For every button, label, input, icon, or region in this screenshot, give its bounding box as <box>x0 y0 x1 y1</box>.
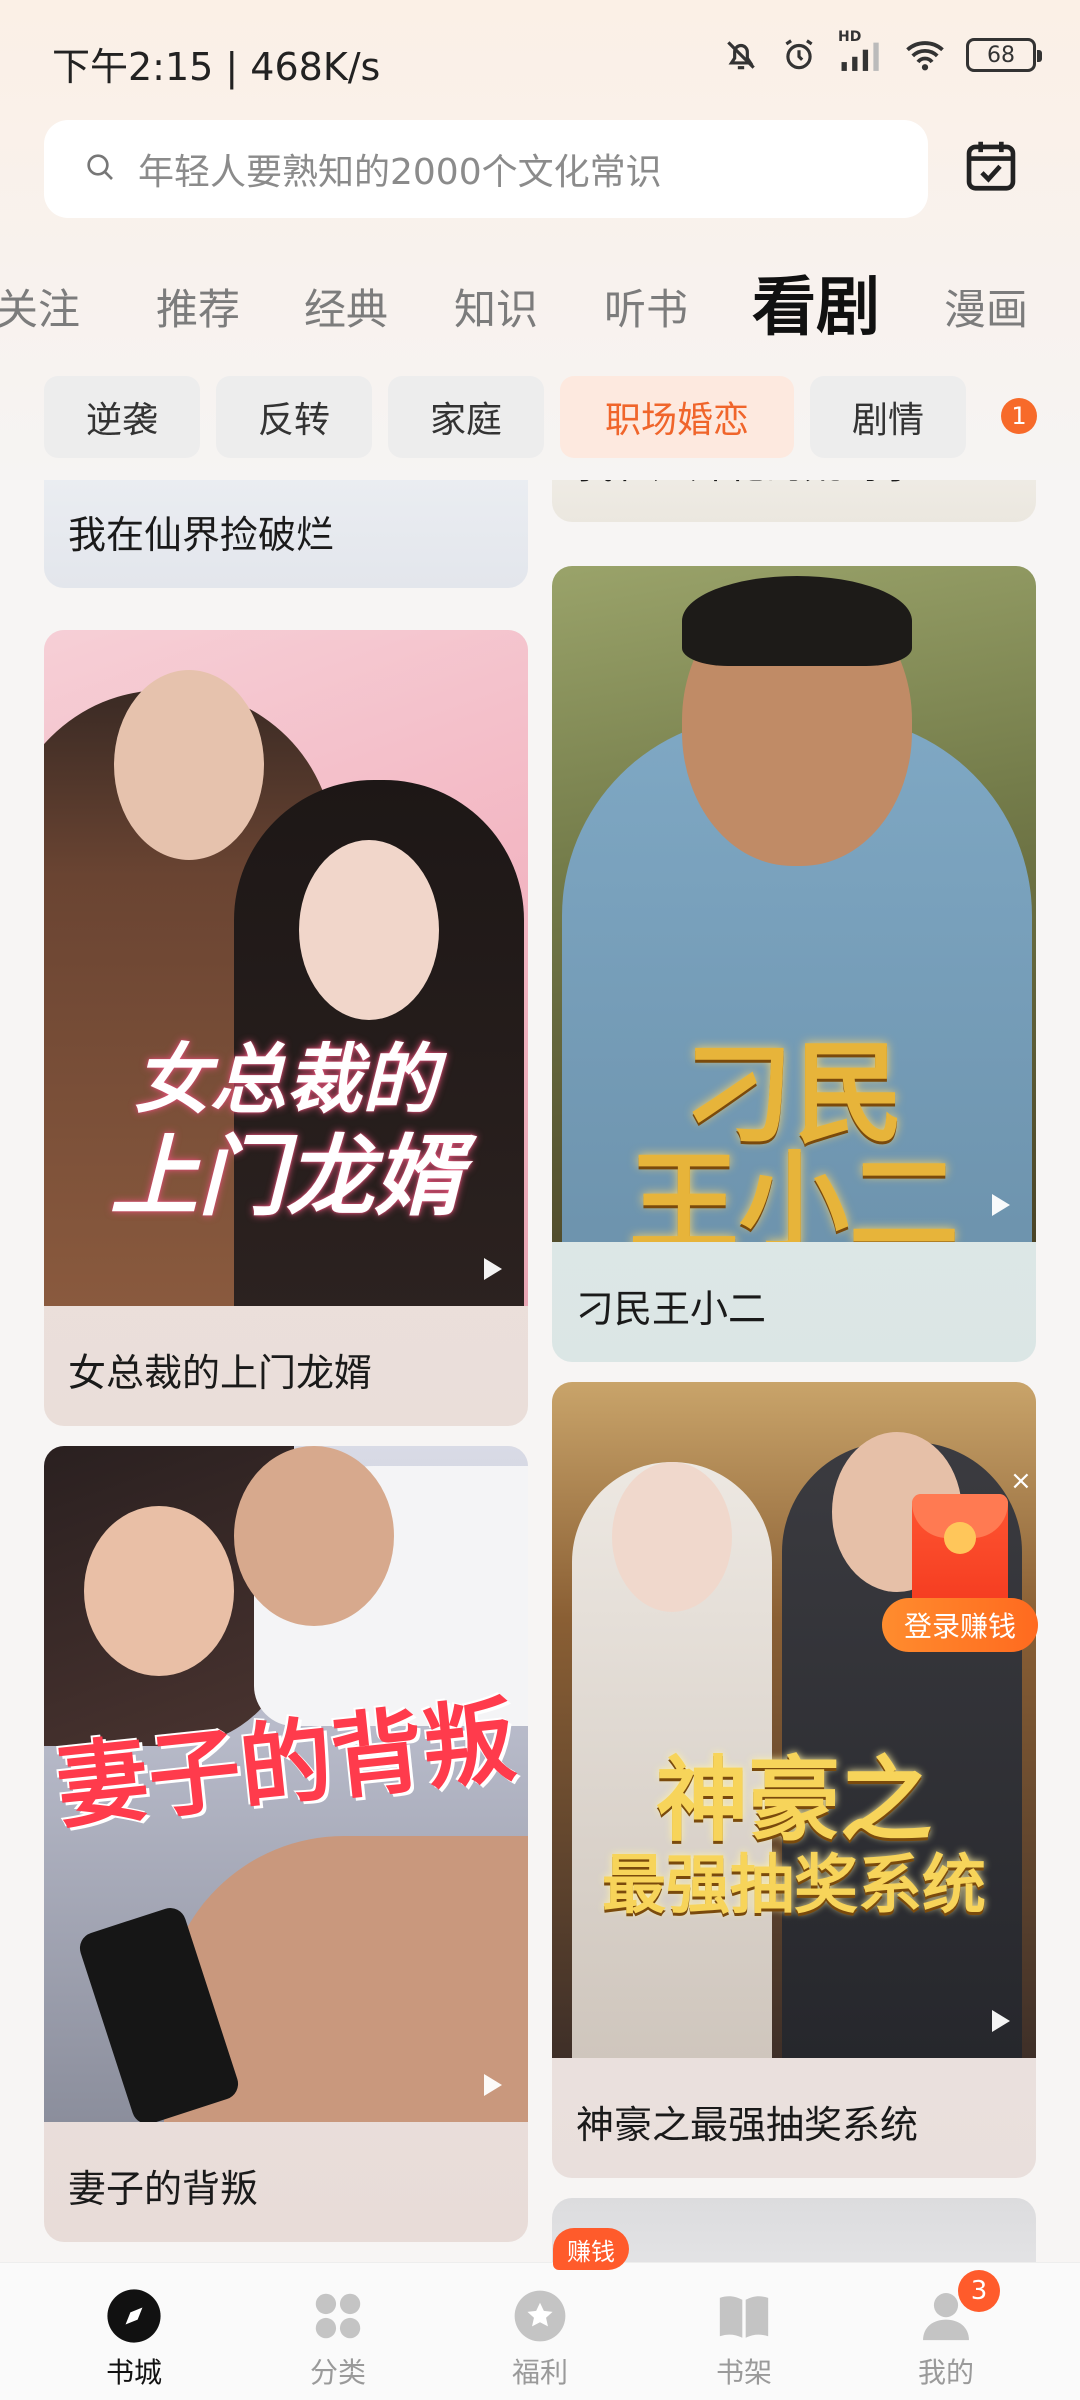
nav-label: 书架 <box>715 2356 772 2389</box>
cover-face <box>84 1506 234 1676</box>
drama-cover: 妻子的背叛 <box>44 1446 528 2122</box>
chip-comeback[interactable]: 逆袭 <box>44 376 200 458</box>
play-icon <box>484 1258 502 1280</box>
cover-title-line: 王小二 <box>629 1139 959 1242</box>
earn-badge: 赚钱 <box>553 2228 629 2270</box>
nav-bookshelf[interactable]: 书架 <box>674 2287 814 2391</box>
cover-title-line: 刁民 <box>684 1029 904 1158</box>
drama-title: 刁民王小二 <box>576 1287 767 1331</box>
cover-title-line: 最强抽奖系统 <box>602 1848 986 1923</box>
tab-audiobook[interactable]: 听书 <box>604 276 688 337</box>
cover-face <box>234 1446 394 1626</box>
drama-cover: 神豪之 最强抽奖系统 <box>552 1382 1036 2058</box>
nav-label: 我的 <box>917 2356 974 2389</box>
chip-drama[interactable]: 剧情 <box>810 376 966 458</box>
checkin-calendar-icon[interactable] <box>960 134 1022 196</box>
profile-notification-badge: 3 <box>958 2270 1000 2312</box>
network-tag: HD <box>838 29 862 45</box>
cover-hair <box>682 576 912 666</box>
nav-bookstore[interactable]: 书城 <box>64 2287 204 2391</box>
close-icon[interactable]: × <box>1010 1466 1032 1496</box>
mute-bell-icon <box>722 36 760 74</box>
gift-icon <box>470 2287 610 2345</box>
tab-comic[interactable]: 漫画 <box>944 276 1028 337</box>
cover-face <box>299 840 439 1020</box>
chip-workplace-romance[interactable]: 职场婚恋 <box>560 376 794 458</box>
signal-icon: HD <box>838 29 884 73</box>
search-bar[interactable]: 年轻人要熟知的2000个文化常识 <box>44 120 928 218</box>
chip-family[interactable]: 家庭 <box>388 376 544 458</box>
nav-welfare[interactable]: 福利 <box>470 2287 610 2391</box>
nav-label: 分类 <box>309 2356 366 2389</box>
wifi-icon <box>904 37 946 73</box>
nav-label: 福利 <box>511 2356 568 2389</box>
login-earn-button[interactable]: 登录赚钱 <box>882 1598 1039 1652</box>
search-icon <box>84 151 116 187</box>
status-icons: HD 68 <box>722 29 1042 74</box>
category-tabs: 关注 推荐 经典 知识 听书 看剧 漫画 <box>0 240 1080 350</box>
compass-icon <box>64 2287 204 2345</box>
drama-title: 妻子的背叛 <box>68 2167 259 2211</box>
status-bar: 下午2:15 | 468K/s HD 68 <box>0 0 1080 120</box>
tab-knowledge[interactable]: 知识 <box>454 276 538 337</box>
nav-category[interactable]: 分类 <box>268 2287 408 2391</box>
cover-face <box>114 670 264 860</box>
drama-card[interactable]: 我和姐妹花的荒岛求生 <box>552 480 1036 522</box>
drama-card[interactable]: 刁民 王小二 刁民王小二 <box>552 566 1036 1362</box>
chip-twist[interactable]: 反转 <box>216 376 372 458</box>
battery-level: 68 <box>987 42 1015 68</box>
drama-title: 女总裁的上门龙婿 <box>68 1351 373 1395</box>
play-icon <box>992 1194 1010 1216</box>
cover-title-line: 神豪之 <box>655 1746 932 1854</box>
red-packet-coin <box>944 1522 976 1554</box>
search-placeholder: 年轻人要熟知的2000个文化常识 <box>138 152 662 193</box>
drama-title: 我在仙界捡破烂 <box>68 513 335 557</box>
drama-card[interactable]: 女总裁的 上门龙婿 女总裁的上门龙婿 <box>44 630 528 1426</box>
red-packet-icon[interactable] <box>912 1494 1008 1614</box>
battery-icon: 68 <box>966 38 1042 72</box>
play-icon <box>484 2074 502 2096</box>
drama-cover: 女总裁的 上门龙婿 <box>44 630 528 1306</box>
book-icon <box>674 2287 814 2345</box>
drama-cover: 刁民 王小二 <box>552 566 1036 1242</box>
drama-card[interactable]: 妻子的背叛 妻子的背叛 <box>44 1446 528 2242</box>
drama-card[interactable]: 我在仙界捡破烂 <box>44 480 528 588</box>
drama-title: 神豪之最强抽奖系统 <box>576 2103 919 2147</box>
bottom-nav: 书城 分类 福利 书架 我的 <box>0 2262 1080 2400</box>
tab-drama[interactable]: 看剧 <box>752 256 880 348</box>
play-icon <box>992 2010 1010 2032</box>
cover-title-line: 上门龙婿 <box>109 1124 462 1228</box>
grid-icon <box>268 2287 408 2345</box>
tab-classic[interactable]: 经典 <box>304 276 388 337</box>
nav-label: 书城 <box>105 2356 162 2389</box>
status-time: 下午2:15 | 468K/s <box>52 45 381 89</box>
drama-title: 我和姐妹花的荒岛求生 <box>576 480 956 489</box>
cover-title-line: 女总裁的 <box>134 1035 438 1124</box>
drama-feed: 我在仙界捡破烂 女总裁的 上门龙婿 女总裁的上门龙婿 妻子的背叛 妻子的背叛 我… <box>0 480 1080 2262</box>
chip-count-badge: 1 <box>1001 398 1037 434</box>
cover-face <box>612 1462 732 1612</box>
alarm-icon <box>780 36 818 74</box>
tab-follow[interactable]: 关注 <box>0 276 80 337</box>
tab-recommend[interactable]: 推荐 <box>156 276 240 337</box>
